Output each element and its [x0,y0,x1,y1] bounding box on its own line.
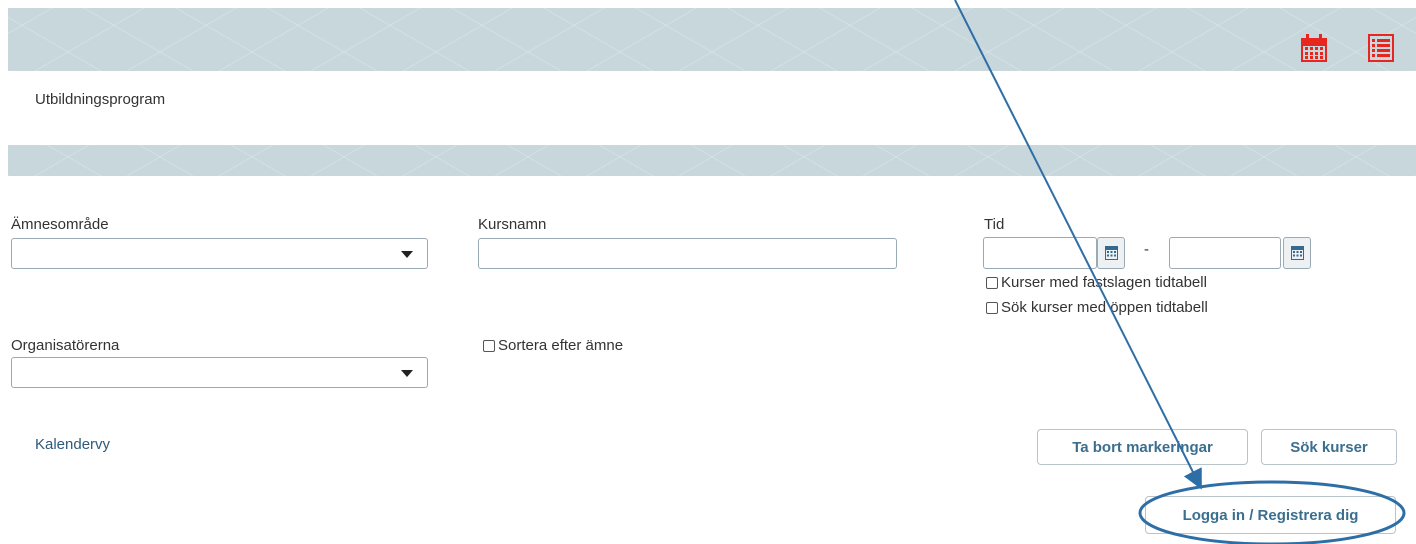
date-range-separator: - [1144,241,1149,258]
subject-area-select[interactable] [11,238,428,269]
sort-by-subject-label: Sortera efter ämne [498,337,624,354]
date-to-input[interactable] [1169,237,1281,269]
subject-area-label: Ämnesområde [11,216,109,233]
course-name-label: Kursnamn [478,216,547,233]
date-from-input[interactable] [983,237,1097,269]
organizers-select[interactable] [11,357,428,388]
open-schedule-label: Sök kurser med öppen tidtabell [1001,299,1208,316]
fixed-schedule-label: Kurser med fastslagen tidtabell [1001,274,1207,291]
page-title: Utbildningsprogram [35,91,166,108]
date-to-picker-button[interactable] [1283,237,1311,269]
calendar-icon [1105,246,1118,260]
calendar-icon[interactable] [1301,34,1327,62]
login-register-button[interactable]: Logga in / Registrera dig [1145,496,1396,534]
clear-selections-button[interactable]: Ta bort markeringar [1037,429,1248,465]
search-courses-button[interactable]: Sök kurser [1261,429,1397,465]
header-banner [8,8,1416,71]
organizers-label: Organisatörerna [11,337,120,354]
fixed-schedule-checkbox[interactable]: Kurser med fastslagen tidtabell [986,274,1207,291]
list-icon[interactable] [1368,34,1394,62]
sort-by-subject-checkbox[interactable]: Sortera efter ämne [483,337,623,354]
open-schedule-checkbox[interactable]: Sök kurser med öppen tidtabell [986,299,1208,316]
calendar-icon [1291,246,1304,260]
chevron-down-icon [401,251,413,258]
course-name-input[interactable] [478,238,897,269]
checkbox-box[interactable] [986,301,998,314]
section-divider-band [8,145,1416,176]
chevron-down-icon [401,370,413,377]
checkbox-box[interactable] [483,339,495,352]
date-from-picker-button[interactable] [1097,237,1125,269]
time-label: Tid [984,216,1005,233]
calendar-view-link[interactable]: Kalendervy [35,436,110,453]
checkbox-box[interactable] [986,276,998,289]
